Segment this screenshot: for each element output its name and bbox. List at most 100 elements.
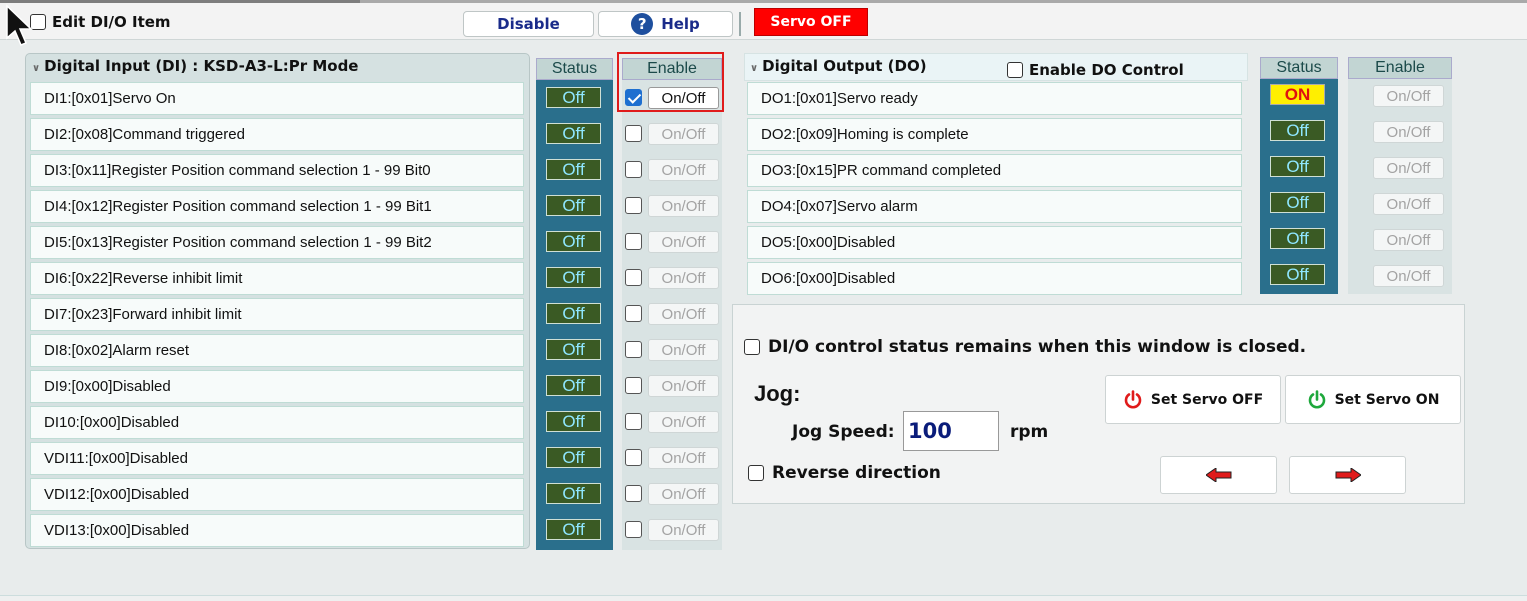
set-servo-off-button[interactable]: Set Servo OFF bbox=[1105, 375, 1281, 424]
enable-do-control-checkbox[interactable] bbox=[1007, 62, 1023, 78]
di-enable-checkbox[interactable] bbox=[625, 269, 642, 286]
set-servo-on-label: Set Servo ON bbox=[1334, 391, 1440, 408]
status-bar bbox=[0, 595, 1527, 601]
set-servo-off-label: Set Servo OFF bbox=[1150, 391, 1264, 408]
mouse-cursor-icon bbox=[6, 4, 33, 46]
jog-reverse-button[interactable] bbox=[1160, 456, 1277, 494]
edit-dio-label: Edit DI/O Item bbox=[52, 13, 171, 31]
chevron-down-icon: ∨ bbox=[750, 63, 759, 74]
di-panel-header[interactable]: ∨ Digital Input (DI) : KSD-A3-L:Pr Mode bbox=[32, 57, 358, 75]
jog-speed-input[interactable]: 100 bbox=[903, 411, 999, 451]
enable-do-control[interactable]: Enable DO Control bbox=[1007, 61, 1184, 79]
do-onoff-toggle[interactable]: On/Off bbox=[1373, 85, 1444, 107]
arrow-right-icon bbox=[1335, 468, 1361, 482]
do-onoff-toggle[interactable]: On/Off bbox=[1373, 121, 1444, 143]
di-row-label: DI7:[0x23]Forward inhibit limit bbox=[30, 298, 524, 331]
help-icon: ? bbox=[631, 13, 654, 35]
di-row-label: VDI11:[0x00]Disabled bbox=[30, 442, 524, 475]
do-status-column bbox=[1260, 79, 1338, 294]
di-panel-title: Digital Input (DI) : KSD-A3-L:Pr Mode bbox=[44, 57, 359, 75]
remain-status-option[interactable]: DI/O control status remains when this wi… bbox=[744, 337, 1306, 357]
di-onoff-toggle[interactable]: On/Off bbox=[648, 123, 719, 145]
di-onoff-toggle[interactable]: On/Off bbox=[648, 519, 719, 541]
di-onoff-toggle[interactable]: On/Off bbox=[648, 267, 719, 289]
di-onoff-toggle[interactable]: On/Off bbox=[648, 447, 719, 469]
enable-do-control-label: Enable DO Control bbox=[1029, 61, 1184, 79]
do-panel-header[interactable]: ∨ Digital Output (DO) bbox=[750, 57, 927, 75]
set-servo-on-button[interactable]: Set Servo ON bbox=[1285, 375, 1461, 424]
di-status-badge: Off bbox=[546, 267, 601, 288]
power-off-icon bbox=[1124, 389, 1142, 408]
jog-forward-button[interactable] bbox=[1289, 456, 1406, 494]
do-row-label: DO5:[0x00]Disabled bbox=[747, 226, 1242, 259]
di-status-badge: Off bbox=[546, 231, 601, 252]
do-status-badge: Off bbox=[1270, 228, 1325, 249]
di-onoff-toggle[interactable]: On/Off bbox=[648, 303, 719, 325]
di-enable-checkbox[interactable] bbox=[625, 197, 642, 214]
di-row-label: DI3:[0x11]Register Position command sele… bbox=[30, 154, 524, 187]
rpm-label: rpm bbox=[1010, 422, 1049, 442]
do-status-badge: Off bbox=[1270, 192, 1325, 213]
di-row-label: DI4:[0x12]Register Position command sele… bbox=[30, 190, 524, 223]
di-row-label: DI9:[0x00]Disabled bbox=[30, 370, 524, 403]
help-button[interactable]: ? Help bbox=[598, 11, 733, 37]
reverse-direction-option[interactable]: Reverse direction bbox=[748, 463, 941, 483]
di-onoff-toggle[interactable]: On/Off bbox=[648, 411, 719, 433]
di-enable-checkbox[interactable] bbox=[625, 341, 642, 358]
di-enable-checkbox[interactable] bbox=[625, 305, 642, 322]
di-row-label: DI6:[0x22]Reverse inhibit limit bbox=[30, 262, 524, 295]
do-row-label: DO4:[0x07]Servo alarm bbox=[747, 190, 1242, 223]
di-enable-checkbox[interactable] bbox=[625, 377, 642, 394]
di-status-badge: Off bbox=[546, 303, 601, 324]
di-onoff-toggle[interactable]: On/Off bbox=[648, 195, 719, 217]
di-status-badge: Off bbox=[546, 375, 601, 396]
di-status-badge: Off bbox=[546, 519, 601, 540]
di-enable-checkbox[interactable] bbox=[625, 161, 642, 178]
di-enable-checkbox[interactable] bbox=[625, 449, 642, 466]
di-status-badge: Off bbox=[546, 339, 601, 360]
di-onoff-toggle[interactable]: On/Off bbox=[648, 375, 719, 397]
disable-button[interactable]: Disable bbox=[463, 11, 594, 37]
di-row-label: VDI13:[0x00]Disabled bbox=[30, 514, 524, 547]
di-row-label: DI2:[0x08]Command triggered bbox=[30, 118, 524, 151]
di-enable-checkbox[interactable] bbox=[625, 125, 642, 142]
help-label: Help bbox=[661, 15, 700, 33]
di-status-badge: Off bbox=[546, 195, 601, 216]
do-row-label: DO2:[0x09]Homing is complete bbox=[747, 118, 1242, 151]
di-onoff-toggle[interactable]: On/Off bbox=[648, 339, 719, 361]
di-enable-checkbox[interactable] bbox=[625, 521, 642, 538]
di-row-label: DI10:[0x00]Disabled bbox=[30, 406, 524, 439]
window-edge bbox=[360, 0, 1527, 3]
do-row-label: DO1:[0x01]Servo ready bbox=[747, 82, 1242, 115]
do-status-badge: Off bbox=[1270, 156, 1325, 177]
do-status-badge: ON bbox=[1270, 84, 1325, 105]
di-onoff-toggle[interactable]: On/Off bbox=[648, 159, 719, 181]
di-status-badge: Off bbox=[546, 483, 601, 504]
servo-status-badge: Servo OFF bbox=[754, 8, 868, 36]
do-status-badge: Off bbox=[1270, 264, 1325, 285]
chevron-down-icon: ∨ bbox=[32, 63, 41, 74]
di-enable-checkbox[interactable] bbox=[625, 485, 642, 502]
di-onoff-toggle[interactable]: On/Off bbox=[648, 231, 719, 253]
reverse-direction-checkbox[interactable] bbox=[748, 465, 764, 481]
do-row-label: DO3:[0x15]PR command completed bbox=[747, 154, 1242, 187]
arrow-left-icon bbox=[1205, 468, 1231, 482]
highlight-frame bbox=[617, 52, 724, 112]
do-onoff-toggle[interactable]: On/Off bbox=[1373, 157, 1444, 179]
do-panel-title: Digital Output (DO) bbox=[762, 57, 927, 75]
remain-status-checkbox[interactable] bbox=[744, 339, 760, 355]
do-status-badge: Off bbox=[1270, 120, 1325, 141]
di-onoff-toggle[interactable]: On/Off bbox=[648, 483, 719, 505]
di-status-badge: Off bbox=[546, 159, 601, 180]
jog-title: Jog: bbox=[754, 381, 801, 406]
do-onoff-toggle[interactable]: On/Off bbox=[1373, 193, 1444, 215]
di-status-header: Status bbox=[536, 58, 613, 80]
di-enable-checkbox[interactable] bbox=[625, 233, 642, 250]
do-onoff-toggle[interactable]: On/Off bbox=[1373, 265, 1444, 287]
di-row-label: DI8:[0x02]Alarm reset bbox=[30, 334, 524, 367]
do-status-header: Status bbox=[1260, 57, 1338, 79]
di-enable-checkbox[interactable] bbox=[625, 413, 642, 430]
di-status-badge: Off bbox=[546, 447, 601, 468]
do-onoff-toggle[interactable]: On/Off bbox=[1373, 229, 1444, 251]
di-row-label: DI5:[0x13]Register Position command sele… bbox=[30, 226, 524, 259]
